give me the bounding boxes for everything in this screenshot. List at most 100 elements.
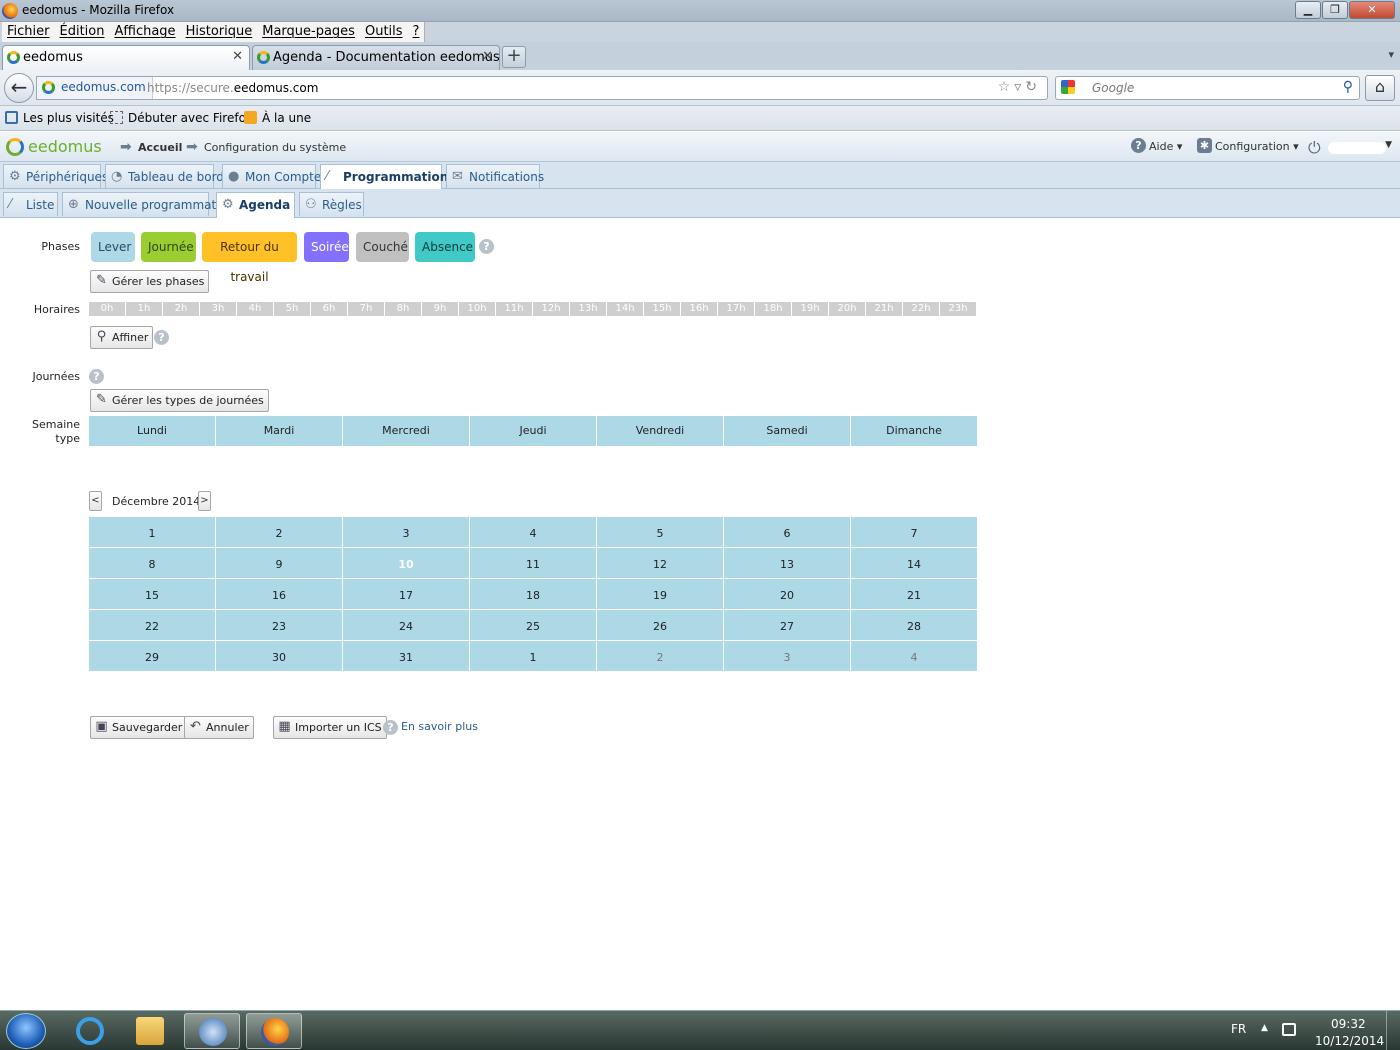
close-tab-icon[interactable]: ✕ — [482, 49, 493, 64]
calendar-day[interactable]: 28 — [851, 610, 978, 640]
calendar-day[interactable]: 12 — [597, 548, 724, 578]
taskbar-explorer[interactable] — [122, 1013, 178, 1049]
taskbar-firefox[interactable] — [246, 1013, 302, 1049]
horaires-help-icon[interactable]: ? — [154, 330, 169, 345]
week-type-day[interactable]: Jeudi — [470, 416, 597, 446]
keyboard-language-indicator[interactable]: FR — [1231, 1022, 1246, 1036]
hour-slot[interactable]: 0h — [89, 302, 126, 316]
hour-slot[interactable]: 8h — [385, 302, 422, 316]
close-window-button[interactable]: ✕ — [1349, 1, 1395, 19]
calendar-day[interactable]: 22 — [89, 610, 216, 640]
hour-slot[interactable]: 1h — [126, 302, 163, 316]
save-button[interactable]: ▣ Sauvegarder — [90, 716, 188, 739]
calendar-day[interactable]: 30 — [216, 641, 343, 671]
phase-retourdutravail[interactable]: Retour du travail — [202, 232, 297, 284]
breadcrumb-home[interactable]: ➡ Accueil — [120, 139, 182, 155]
subtab-nouvelle-programmation[interactable]: ⊕ Nouvelle programmation — [62, 192, 235, 216]
subtab-liste[interactable]: ⁄ Liste — [3, 192, 58, 216]
phases-help-icon[interactable]: ? — [479, 239, 494, 254]
calendar-day[interactable]: 13 — [724, 548, 851, 578]
bookmark-headlines[interactable]: À la une — [244, 111, 311, 125]
calendar-day[interactable]: 29 — [89, 641, 216, 671]
next-month-button[interactable]: > — [198, 491, 211, 511]
hour-slot[interactable]: 18h — [755, 302, 792, 316]
help-menu[interactable]: ? Aide ▾ — [1131, 138, 1182, 153]
learn-more-link[interactable]: En savoir plus — [401, 720, 478, 733]
week-type-day[interactable]: Lundi — [89, 416, 216, 446]
subtab-regles[interactable]: ⚇ Règles — [299, 192, 364, 216]
calendar-day[interactable]: 3 — [343, 517, 470, 547]
show-desktop-button[interactable] — [1386, 1011, 1400, 1050]
hour-slot[interactable]: 3h — [200, 302, 237, 316]
calendar-day[interactable]: 1 — [89, 517, 216, 547]
hour-slot[interactable]: 4h — [237, 302, 274, 316]
hour-slot[interactable]: 9h — [422, 302, 459, 316]
hour-slot[interactable]: 14h — [607, 302, 644, 316]
refine-button[interactable]: ⚲ Affiner — [90, 326, 154, 349]
show-hidden-icons-chevron-icon[interactable]: ▲ — [1261, 1023, 1268, 1033]
menu-affichage[interactable]: Affichage — [109, 22, 180, 42]
hour-slot[interactable]: 2h — [163, 302, 200, 316]
phase-soire[interactable]: Soirée — [304, 232, 349, 262]
network-icon[interactable] — [1282, 1023, 1296, 1036]
calendar-day[interactable]: 19 — [597, 579, 724, 609]
calendar-day[interactable]: 9 — [216, 548, 343, 578]
calendar-day[interactable]: 31 — [343, 641, 470, 671]
calendar-day[interactable]: 25 — [470, 610, 597, 640]
manage-day-types-button[interactable]: ✎ Gérer les types de journées — [90, 389, 269, 412]
phase-journe[interactable]: Journée — [141, 232, 196, 262]
week-type-day[interactable]: Samedi — [724, 416, 851, 446]
home-button[interactable]: ⌂ — [1365, 75, 1395, 101]
hour-slot[interactable]: 7h — [348, 302, 385, 316]
taskbar-internet-explorer[interactable] — [62, 1013, 118, 1049]
tab-notifications[interactable]: ✉ Notifications — [446, 164, 544, 188]
calendar-day[interactable]: 11 — [470, 548, 597, 578]
bookmark-getting-started[interactable]: Débuter avec Firefox — [110, 111, 253, 125]
calendar-day[interactable]: 21 — [851, 579, 978, 609]
week-type-day[interactable]: Mercredi — [343, 416, 470, 446]
manage-phases-button[interactable]: ✎ Gérer les phases — [90, 270, 210, 293]
hour-slot[interactable]: 5h — [274, 302, 311, 316]
tab-mon-compte[interactable]: ● Mon Compte — [222, 164, 321, 188]
menu-marque-pages[interactable]: Marque-pages — [257, 22, 360, 42]
hour-slot[interactable]: 10h — [459, 302, 496, 316]
menu-historique[interactable]: Historique — [181, 22, 258, 42]
calendar-day[interactable]: 16 — [216, 579, 343, 609]
menu-outils[interactable]: Outils — [360, 22, 408, 42]
phase-couch[interactable]: Couché — [356, 232, 409, 262]
user-menu[interactable]: ⏻ ▼ — [1308, 136, 1394, 158]
new-tab-button[interactable]: + — [502, 46, 526, 68]
configuration-menu[interactable]: ✱ Configuration ▾ — [1197, 138, 1299, 153]
url-bar[interactable]: eedomus.com https://secure.eedomus.com ☆… — [36, 76, 1048, 100]
url-text[interactable]: https://secure.eedomus.com — [147, 81, 318, 95]
search-icon[interactable]: ⚲ — [1343, 79, 1353, 95]
browser-tab-eedomus[interactable]: eedomus ✕ — [2, 45, 250, 70]
calendar-day[interactable]: 14 — [851, 548, 978, 578]
calendar-day[interactable]: 27 — [724, 610, 851, 640]
tab-peripheriques[interactable]: ⚙ Périphériques — [3, 164, 108, 188]
minimize-button[interactable]: ▁ — [1295, 1, 1321, 19]
calendar-day[interactable]: 8 — [89, 548, 216, 578]
week-type-day[interactable]: Vendredi — [597, 416, 724, 446]
taskbar-thunderbird[interactable] — [184, 1013, 240, 1049]
hour-slot[interactable]: 23h — [940, 302, 977, 316]
journees-help-icon[interactable]: ? — [89, 369, 104, 384]
calendar-day[interactable]: 5 — [597, 517, 724, 547]
tab-list-chevron-icon[interactable]: ▾ — [1388, 48, 1394, 61]
search-bar[interactable]: Google ⚲ — [1055, 76, 1360, 100]
week-type-day[interactable]: Dimanche — [851, 416, 978, 446]
hour-slot[interactable]: 11h — [496, 302, 533, 316]
hour-slot[interactable]: 20h — [829, 302, 866, 316]
calendar-day[interactable]: 20 — [724, 579, 851, 609]
calendar-day[interactable]: 17 — [343, 579, 470, 609]
calendar-day[interactable]: 2 — [216, 517, 343, 547]
menu-fichier[interactable]: Fichier — [2, 22, 55, 42]
close-tab-icon[interactable]: ✕ — [232, 49, 243, 64]
clock-time[interactable]: 09:32 — [1331, 1017, 1366, 1031]
calendar-day[interactable]: 23 — [216, 610, 343, 640]
calendar-day[interactable]: 24 — [343, 610, 470, 640]
menu-help[interactable]: ? — [408, 22, 425, 42]
hour-slot[interactable]: 15h — [644, 302, 681, 316]
cancel-button[interactable]: ↶ Annuler — [184, 716, 254, 739]
eedomus-logo[interactable]: eedomus — [6, 137, 102, 156]
